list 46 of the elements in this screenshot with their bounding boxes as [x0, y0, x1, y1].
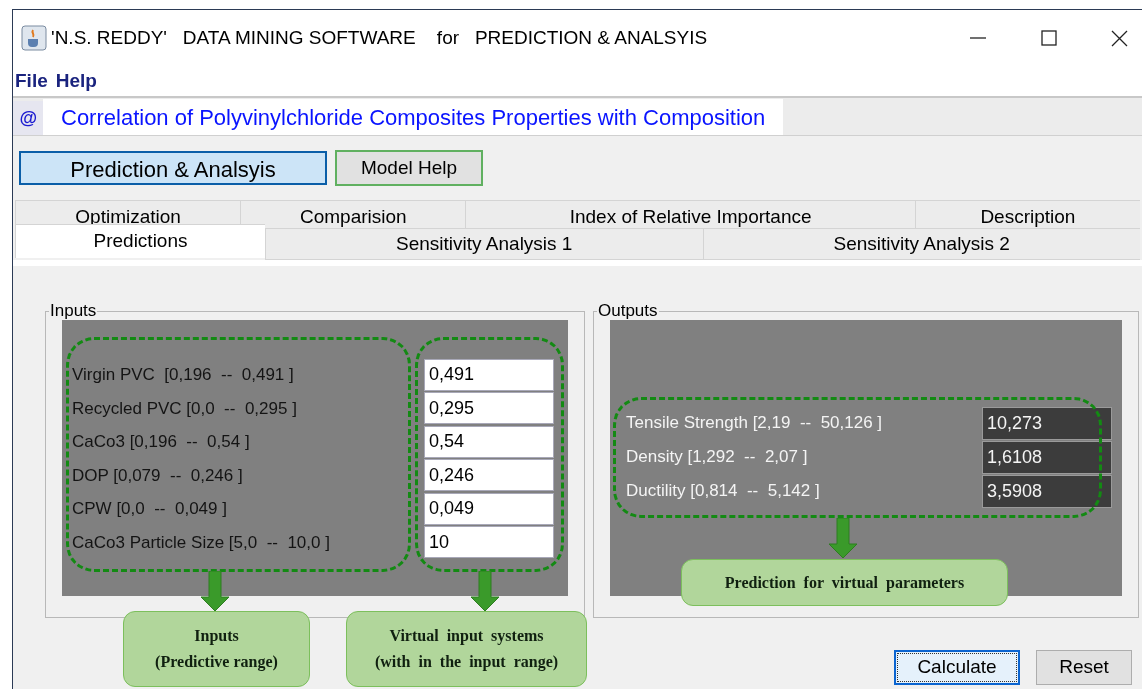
at-icon: @ [13, 101, 43, 135]
input-label: DOP [0,079 -- 0,246 ] [72, 464, 244, 487]
group-title: Inputs [49, 302, 98, 320]
input-label: CaCo3 [0,196 -- 0,54 ] [72, 431, 251, 453]
down-arrow-icon [470, 571, 500, 611]
tab[interactable]: Sensitivity Analysis 2 [702, 228, 1140, 260]
output-label: Ductility [0,814 -- 5,142 ] [626, 480, 820, 503]
input-label: CPW [0,0 -- 0,049 ] [72, 498, 228, 520]
java-cup-icon [21, 25, 47, 51]
tab[interactable]: Description [914, 200, 1140, 228]
down-arrow-icon [200, 571, 230, 611]
down-arrow-icon [828, 518, 858, 558]
tab[interactable]: Index of Relative Importance [465, 200, 915, 228]
maximize-icon[interactable] [1041, 30, 1057, 46]
callout-text: Inputs [194, 626, 239, 647]
callout-text: Virtual input systems [389, 626, 544, 647]
menu-item[interactable]: Help [55, 66, 97, 96]
output-field[interactable]: 3,5908 [982, 474, 1112, 508]
output-field[interactable]: 10,273 [982, 406, 1112, 440]
input-label: CaCo3 Particle Size [5,0 -- 10,0 ] [72, 531, 331, 554]
header-tab[interactable]: Correlation of Polyvinylchloride Composites Properties with Composition [43, 99, 784, 135]
input-field[interactable]: 0,246 [424, 459, 554, 492]
tab[interactable]: Sensitivity Analysis 1 [265, 228, 703, 260]
action-button[interactable]: Reset [1036, 650, 1132, 685]
callout-text: (with in the input range) [374, 652, 559, 673]
output-label: Tensile Strength [2,19 -- 50,126 ] [626, 412, 883, 435]
input-field[interactable]: 0,491 [424, 358, 554, 391]
tab[interactable]: Comparision [240, 200, 466, 228]
callout-text: (Predictive range) [155, 652, 278, 673]
input-field[interactable]: 0,295 [424, 392, 554, 425]
close-icon[interactable] [1111, 29, 1128, 47]
tab[interactable]: Predictions [15, 224, 265, 258]
callout-text: Prediction for virtual parameters [724, 572, 965, 594]
input-label: Virgin PVC [0,196 -- 0,491 ] [72, 364, 295, 386]
output-label: Density [1,292 -- 2,07 ] [626, 446, 808, 469]
mode-button[interactable]: Model Help [335, 150, 483, 186]
input-field[interactable]: 10 [424, 526, 554, 559]
menu-item[interactable]: File [15, 66, 48, 96]
window-title: 'N.S. REDDY' DATA MINING SOFTWARE for PREDICTION & ANALSYIS [51, 25, 708, 50]
output-field[interactable]: 1,6108 [982, 440, 1112, 474]
group-title: Outputs [597, 302, 659, 320]
mode-button[interactable]: Prediction & Analsyis [19, 151, 327, 185]
input-field[interactable]: 0,54 [424, 425, 554, 458]
input-field[interactable]: 0,049 [424, 492, 554, 525]
action-button[interactable]: Calculate [894, 650, 1020, 685]
input-label: Recycled PVC [0,0 -- 0,295 ] [72, 397, 298, 420]
